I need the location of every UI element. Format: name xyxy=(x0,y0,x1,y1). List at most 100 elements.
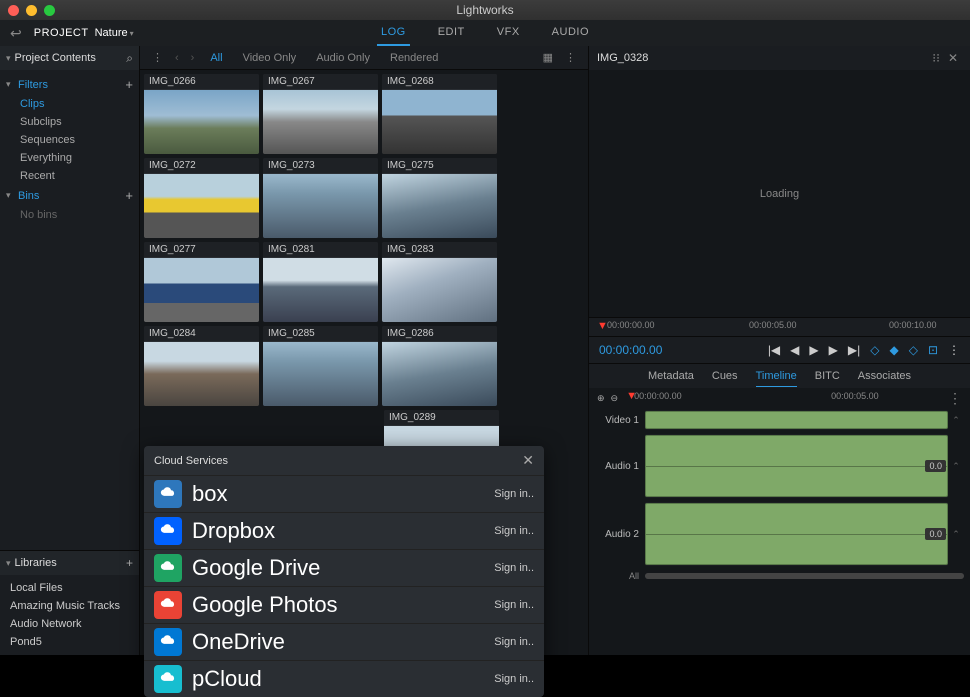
cloud-signin-button[interactable]: Sign in.. xyxy=(494,599,534,611)
mode-edit[interactable]: EDIT xyxy=(434,20,469,46)
play-button[interactable]: ▶ xyxy=(809,343,818,357)
track-audio-1[interactable]: Audio 1 0.0 ⌃ xyxy=(589,432,970,500)
transport-controls: 00:00:00.00 |◀ ◀ ▶ ▶ ▶| ◇ ◆ ◇ ⊡ ⋮ xyxy=(589,336,970,364)
timeline-scrollbar[interactable] xyxy=(645,573,964,579)
add-library-icon[interactable]: + xyxy=(126,556,133,570)
cloud-signin-button[interactable]: Sign in.. xyxy=(494,525,534,537)
cloud-service-row: Google DriveSign in.. xyxy=(144,549,544,586)
track-collapse-icon[interactable]: ⌃ xyxy=(948,529,964,540)
tab-bitc[interactable]: BITC xyxy=(815,366,840,386)
nav-fwd-icon[interactable]: › xyxy=(187,52,199,64)
clip-thumbnail[interactable]: IMG_0277 xyxy=(144,242,259,322)
search-icon[interactable]: ⌕ xyxy=(126,51,133,66)
tab-metadata[interactable]: Metadata xyxy=(648,366,694,386)
viewer-status: Loading xyxy=(760,188,799,200)
library-local-files[interactable]: Local Files xyxy=(0,579,139,597)
clip-thumbnail[interactable]: IMG_0268 xyxy=(382,74,497,154)
filter-recent[interactable]: Recent xyxy=(0,167,139,185)
bins-empty: No bins xyxy=(0,206,139,224)
track-collapse-icon[interactable]: ⌃ xyxy=(948,415,964,426)
library-pond5[interactable]: Pond5 xyxy=(0,633,139,651)
clip-thumbnail[interactable]: IMG_0273 xyxy=(263,158,378,238)
panel-menu-icon[interactable]: ⋮ xyxy=(148,51,167,64)
mode-log[interactable]: LOG xyxy=(377,20,410,46)
project-dropdown-icon[interactable]: ▾ xyxy=(130,29,134,38)
metadata-tabs: Metadata Cues Timeline BITC Associates xyxy=(589,364,970,388)
transport-more-icon[interactable]: ⋮ xyxy=(948,343,960,357)
clip-image xyxy=(382,174,497,238)
nav-back-icon[interactable]: ‹ xyxy=(171,52,183,64)
timecode-display[interactable]: 00:00:00.00 xyxy=(599,343,758,357)
add-filter-icon[interactable]: + xyxy=(125,77,133,92)
tab-cues[interactable]: Cues xyxy=(712,366,738,386)
filter-sequences[interactable]: Sequences xyxy=(0,131,139,149)
library-audio-network[interactable]: Audio Network xyxy=(0,615,139,633)
library-amazing-music[interactable]: Amazing Music Tracks xyxy=(0,597,139,615)
viewer-close-icon[interactable]: ✕ xyxy=(944,51,962,65)
prev-frame-button[interactable]: |◀ xyxy=(768,343,780,357)
cloud-signin-button[interactable]: Sign in.. xyxy=(494,562,534,574)
clip-thumbnail[interactable]: IMG_0283 xyxy=(382,242,497,322)
close-icon[interactable]: ✕ xyxy=(522,452,534,469)
clip-thumbnail[interactable]: IMG_0272 xyxy=(144,158,259,238)
clip-image xyxy=(263,174,378,238)
clip-thumbnail[interactable]: IMG_0284 xyxy=(144,326,259,406)
bins-group[interactable]: ▾ Bins + xyxy=(0,185,139,206)
filters-group[interactable]: ▾ Filters + xyxy=(0,74,139,95)
track-audio-2[interactable]: Audio 2 0.0 ⌃ xyxy=(589,500,970,568)
filter-video-only[interactable]: Video Only xyxy=(235,52,305,64)
view-grid-icon[interactable]: ▦ xyxy=(539,51,557,64)
clip-name: IMG_0281 xyxy=(263,242,378,257)
viewer-menu-icon[interactable]: ⁝⁝ xyxy=(928,51,944,65)
video-clip[interactable] xyxy=(645,411,948,429)
mark-in-button[interactable]: ◇ xyxy=(870,343,879,357)
clip-name: IMG_0275 xyxy=(382,158,497,173)
mark-cue-button[interactable]: ◆ xyxy=(889,343,898,357)
tab-associates[interactable]: Associates xyxy=(858,366,911,386)
clip-thumbnail[interactable]: IMG_0281 xyxy=(263,242,378,322)
filter-rendered[interactable]: Rendered xyxy=(382,52,446,64)
project-name[interactable]: Nature xyxy=(95,27,128,39)
clip-thumbnail[interactable]: IMG_0267 xyxy=(263,74,378,154)
step-back-button[interactable]: ◀ xyxy=(790,343,799,357)
audio-clip[interactable] xyxy=(645,435,948,497)
cloud-signin-button[interactable]: Sign in.. xyxy=(494,636,534,648)
clip-thumbnail[interactable]: IMG_0275 xyxy=(382,158,497,238)
viewer-ruler[interactable]: ▼ 00:00:00.00 00:00:05.00 00:00:10.00 xyxy=(589,318,970,336)
cloud-signin-button[interactable]: Sign in.. xyxy=(494,488,534,500)
next-frame-button[interactable]: ▶| xyxy=(848,343,860,357)
clip-thumbnail[interactable]: IMG_0286 xyxy=(382,326,497,406)
clip-thumbnail[interactable]: IMG_0285 xyxy=(263,326,378,406)
tab-timeline[interactable]: Timeline xyxy=(756,366,797,387)
cloud-service-row: Google PhotosSign in.. xyxy=(144,586,544,623)
filter-all[interactable]: All xyxy=(202,52,230,64)
back-button[interactable]: ↩ xyxy=(10,25,22,42)
zoom-out-icon[interactable]: ⊖ xyxy=(611,393,619,404)
mode-vfx[interactable]: VFX xyxy=(493,20,524,46)
mark-out-button[interactable]: ◇ xyxy=(909,343,918,357)
filter-subclips[interactable]: Subclips xyxy=(0,113,139,131)
audio-clip[interactable] xyxy=(645,503,948,565)
step-fwd-button[interactable]: ▶ xyxy=(829,343,838,357)
track-video-1[interactable]: Video 1 ⌃ xyxy=(589,408,970,432)
libraries-panel: ▾ Libraries + Local Files Amazing Music … xyxy=(0,550,139,655)
cloud-signin-button[interactable]: Sign in.. xyxy=(494,673,534,685)
clear-marks-button[interactable]: ⊡ xyxy=(928,343,938,357)
clip-thumbnail[interactable]: IMG_0266 xyxy=(144,74,259,154)
chevron-down-icon[interactable]: ▾ xyxy=(6,53,11,64)
track-collapse-icon[interactable]: ⌃ xyxy=(948,461,964,472)
clip-image xyxy=(382,342,497,406)
zoom-in-icon[interactable]: ⊕ xyxy=(597,393,605,404)
window-title: Lightworks xyxy=(0,3,970,17)
filter-everything[interactable]: Everything xyxy=(0,149,139,167)
filter-clips[interactable]: Clips xyxy=(0,95,139,113)
mode-audio[interactable]: AUDIO xyxy=(548,20,593,46)
filter-audio-only[interactable]: Audio Only xyxy=(308,52,378,64)
chevron-down-icon[interactable]: ▾ xyxy=(6,558,11,569)
video-viewer[interactable]: Loading xyxy=(589,70,970,318)
panel-more-icon[interactable]: ⋮ xyxy=(561,51,580,64)
timeline-ruler[interactable]: ▼ 00:00:00.00 00:00:05.00 xyxy=(626,388,948,408)
cloud-service-row: boxSign in.. xyxy=(144,475,544,512)
timeline-more-icon[interactable]: ⋮ xyxy=(948,390,962,407)
add-bin-icon[interactable]: + xyxy=(125,188,133,203)
